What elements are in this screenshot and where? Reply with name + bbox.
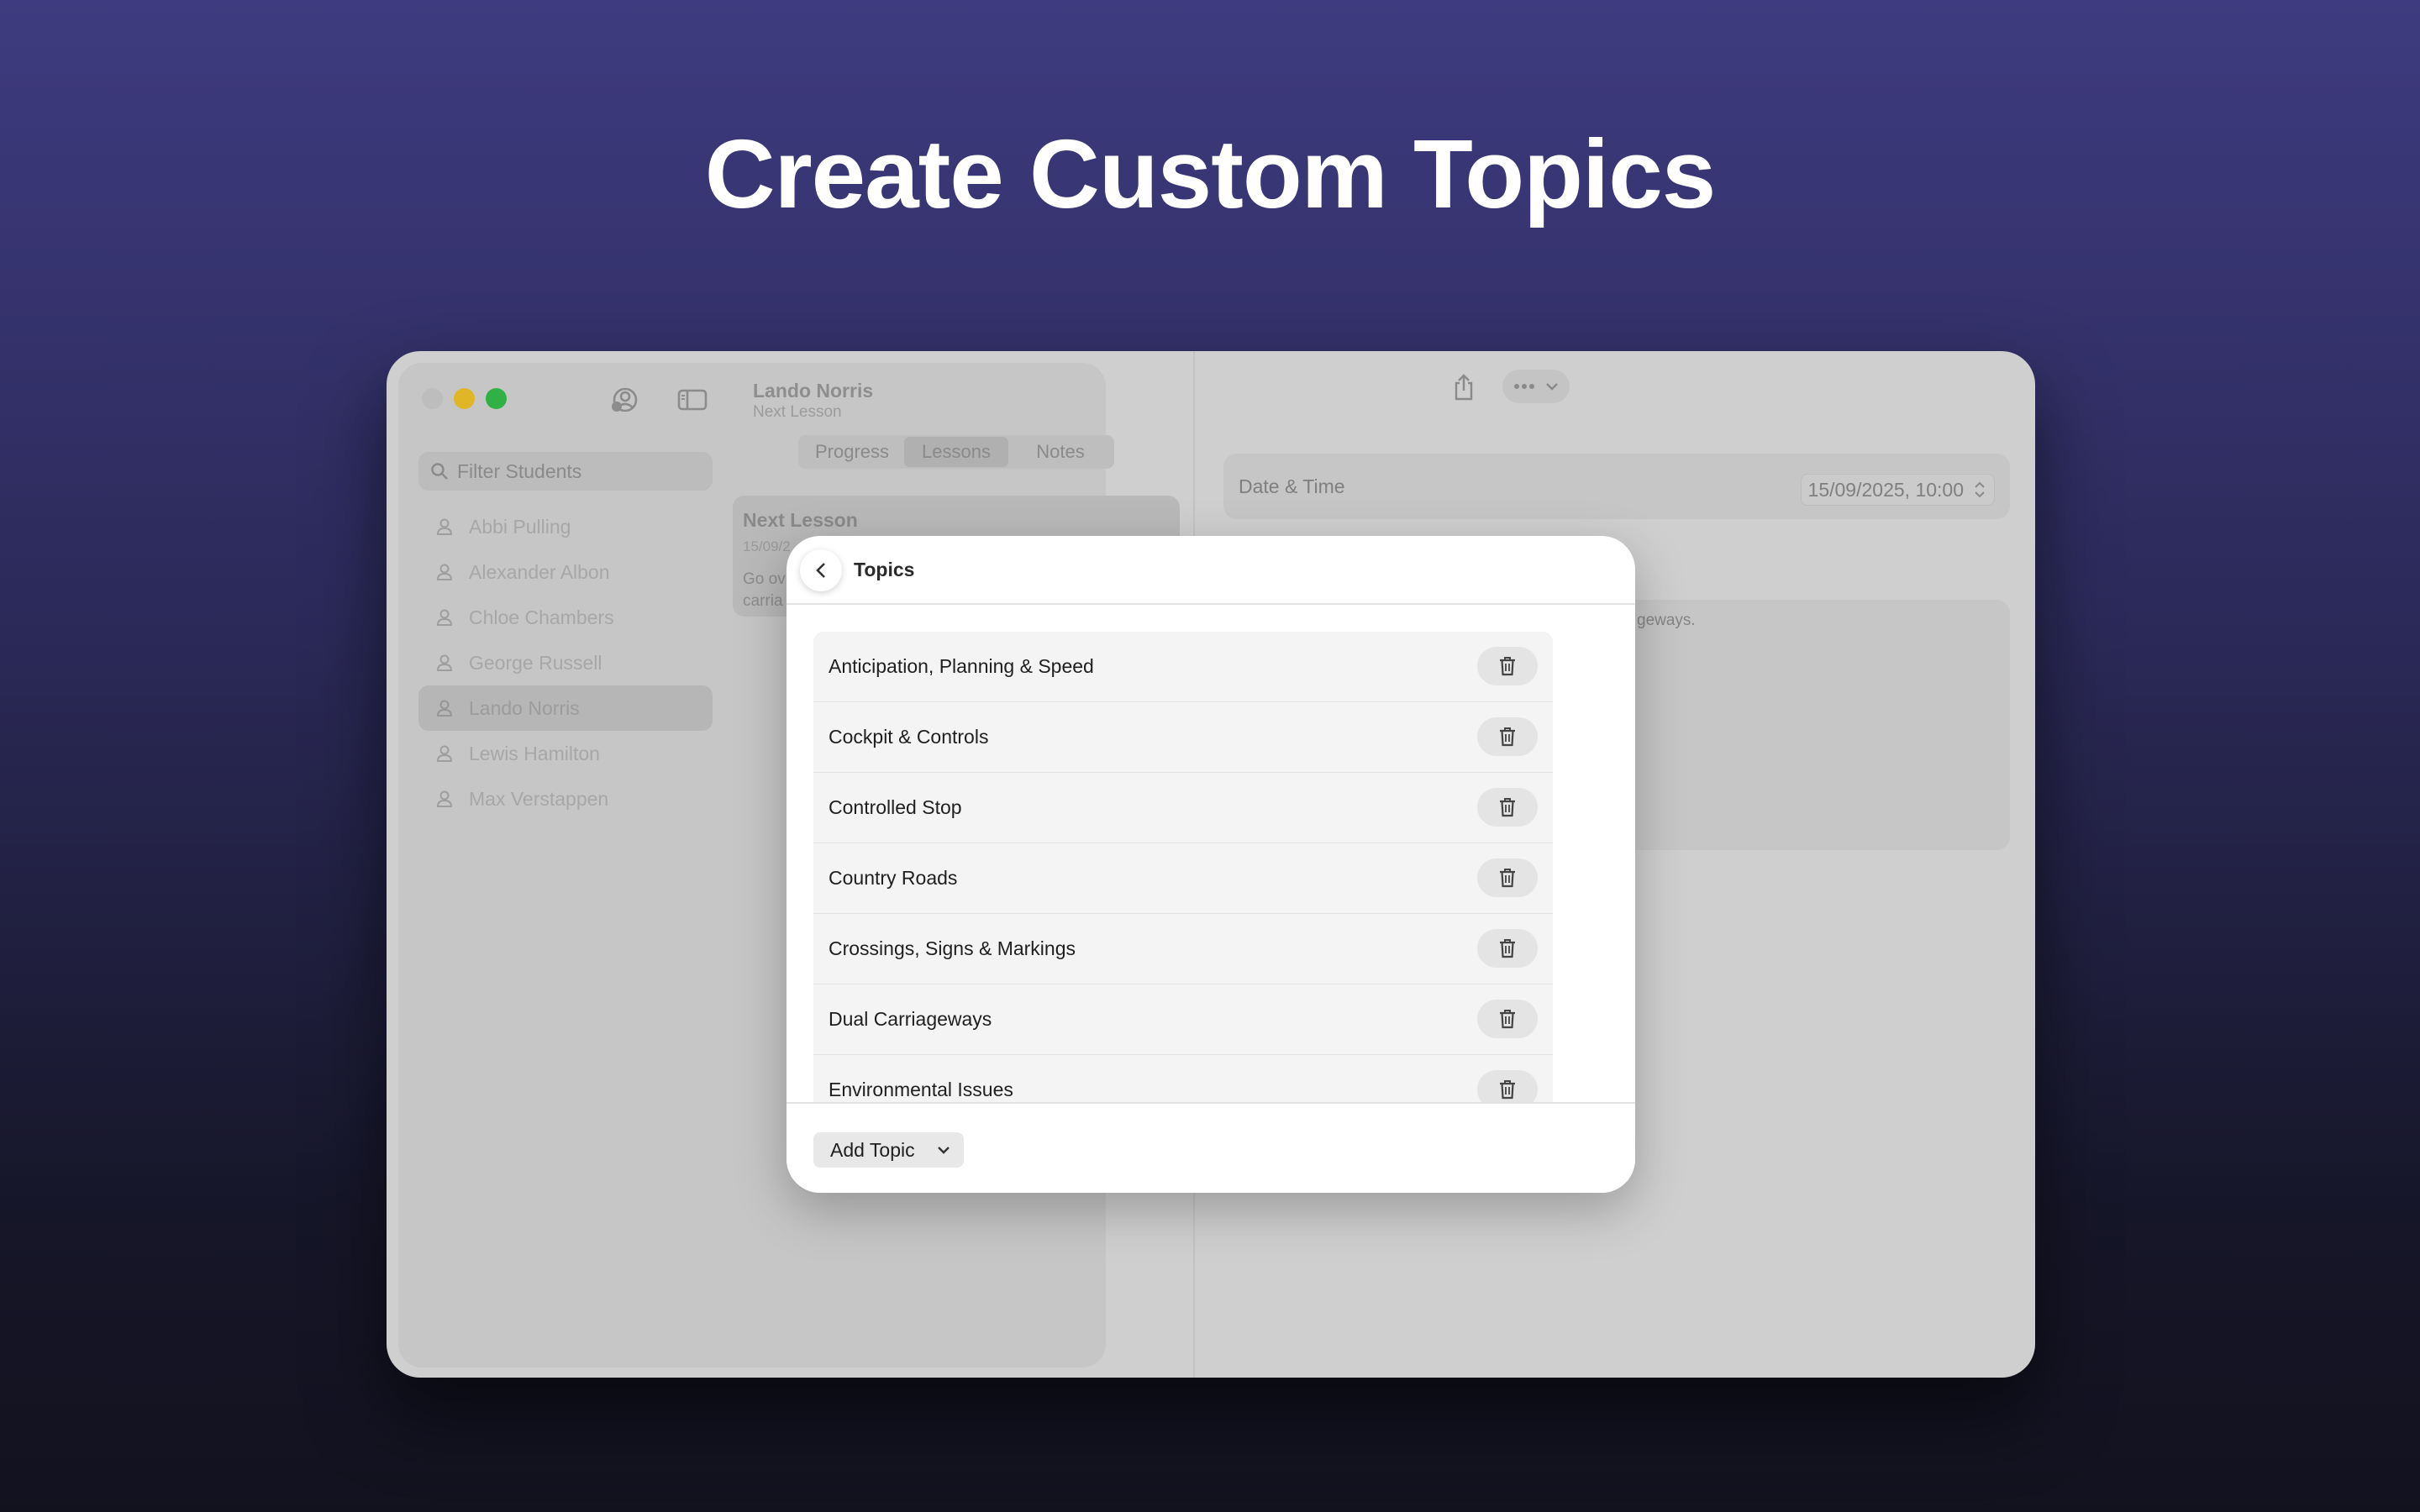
delete-topic-button[interactable] xyxy=(1477,858,1538,897)
student-item[interactable]: Lewis Hamilton xyxy=(418,731,713,776)
tab-progress[interactable]: Progress xyxy=(800,437,904,467)
topic-name: Dual Carriageways xyxy=(829,1008,992,1030)
date-time-value: 15/09/2025, 10:00 xyxy=(1807,479,1964,501)
topic-row: Country Roads xyxy=(813,843,1553,914)
student-list: Abbi Pulling Alexander Albon Chloe Chamb… xyxy=(418,504,713,822)
trash-icon xyxy=(1500,939,1515,958)
topic-row: Dual Carriageways xyxy=(813,984,1553,1055)
student-item-selected[interactable]: Lando Norris xyxy=(418,685,713,731)
tab-lessons[interactable]: Lessons xyxy=(904,437,1008,467)
person-icon xyxy=(436,609,453,626)
account-icon[interactable] xyxy=(610,386,640,413)
trash-icon xyxy=(1500,657,1515,676)
delete-topic-button[interactable] xyxy=(1477,717,1538,756)
maximize-window-button[interactable] xyxy=(486,388,507,409)
student-title: Lando Norris xyxy=(753,380,874,402)
topic-row: Anticipation, Planning & Speed xyxy=(813,632,1553,702)
topic-list: Anticipation, Planning & Speed Cockpit &… xyxy=(813,632,1553,1136)
chevron-down-icon xyxy=(937,1147,950,1154)
student-item[interactable]: Alexander Albon xyxy=(418,549,713,595)
trash-icon xyxy=(1500,1010,1515,1029)
date-time-label: Date & Time xyxy=(1239,475,1345,497)
sidebar-toggle-icon[interactable] xyxy=(677,386,708,413)
topic-name: Controlled Stop xyxy=(829,796,962,818)
add-topic-label: Add Topic xyxy=(830,1138,915,1161)
delete-topic-button[interactable] xyxy=(1477,1000,1538,1038)
student-name: Chloe Chambers xyxy=(469,606,614,628)
trash-icon xyxy=(1500,1080,1515,1100)
topics-sheet: Topics Anticipation, Planning & Speed Co… xyxy=(786,536,1635,1193)
topic-name: Crossings, Signs & Markings xyxy=(829,937,1076,959)
trash-icon xyxy=(1500,727,1515,747)
date-time-picker[interactable]: 15/09/2025, 10:00 xyxy=(1800,474,1995,506)
person-icon xyxy=(436,654,453,671)
student-name: Alexander Albon xyxy=(469,560,610,583)
student-item[interactable]: Chloe Chambers xyxy=(418,595,713,640)
delete-topic-button[interactable] xyxy=(1477,647,1538,685)
topic-row: Controlled Stop xyxy=(813,773,1553,843)
lesson-notes-text: geways. xyxy=(1637,612,1696,629)
close-window-button[interactable] xyxy=(422,388,443,409)
lesson-card-title: Next Lesson xyxy=(743,509,858,531)
topic-name: Anticipation, Planning & Speed xyxy=(829,655,1094,677)
add-topic-button[interactable]: Add Topic xyxy=(813,1132,964,1168)
sheet-header: Topics xyxy=(786,536,1635,605)
person-icon xyxy=(436,745,453,762)
hero-title: Create Custom Topics xyxy=(704,119,1717,228)
delete-topic-button[interactable] xyxy=(1477,929,1538,968)
minimize-window-button[interactable] xyxy=(454,388,475,409)
filter-students-input[interactable] xyxy=(457,459,701,483)
topic-name: Country Roads xyxy=(829,867,958,889)
topic-row: Cockpit & Controls xyxy=(813,702,1553,773)
student-item[interactable]: Max Verstappen xyxy=(418,776,713,822)
delete-topic-button[interactable] xyxy=(1477,788,1538,827)
topic-row: Crossings, Signs & Markings xyxy=(813,914,1553,984)
student-name: George Russell xyxy=(469,651,602,674)
student-name: Max Verstappen xyxy=(469,787,609,810)
student-subtitle: Next Lesson xyxy=(753,403,842,421)
student-name: Lewis Hamilton xyxy=(469,742,600,764)
sheet-title: Topics xyxy=(854,559,915,580)
lesson-card-text: Go ov carria xyxy=(743,570,786,610)
back-button[interactable] xyxy=(800,549,842,591)
person-icon xyxy=(436,564,453,580)
chevron-left-icon xyxy=(816,563,825,578)
filter-students-search xyxy=(418,452,713,491)
trash-icon xyxy=(1500,869,1515,888)
trash-icon xyxy=(1500,798,1515,817)
date-time-row: Date & Time 15/09/2025, 10:00 xyxy=(1223,454,2010,519)
tab-notes[interactable]: Notes xyxy=(1008,437,1113,467)
person-icon xyxy=(436,790,453,807)
student-name: Lando Norris xyxy=(469,696,580,719)
sheet-footer: Add Topic xyxy=(786,1102,1635,1193)
stepper-icon[interactable] xyxy=(1974,480,1986,500)
search-icon xyxy=(431,463,448,480)
topic-name: Environmental Issues xyxy=(829,1079,1013,1100)
person-icon xyxy=(436,700,453,717)
student-sidebar: Abbi Pulling Alexander Albon Chloe Chamb… xyxy=(398,363,718,1368)
student-item[interactable]: George Russell xyxy=(418,640,713,685)
student-name: Abbi Pulling xyxy=(469,515,571,538)
person-icon xyxy=(436,518,453,535)
topic-name: Cockpit & Controls xyxy=(829,726,989,748)
view-tabs: Progress Lessons Notes xyxy=(798,435,1114,469)
student-item[interactable]: Abbi Pulling xyxy=(418,504,713,549)
